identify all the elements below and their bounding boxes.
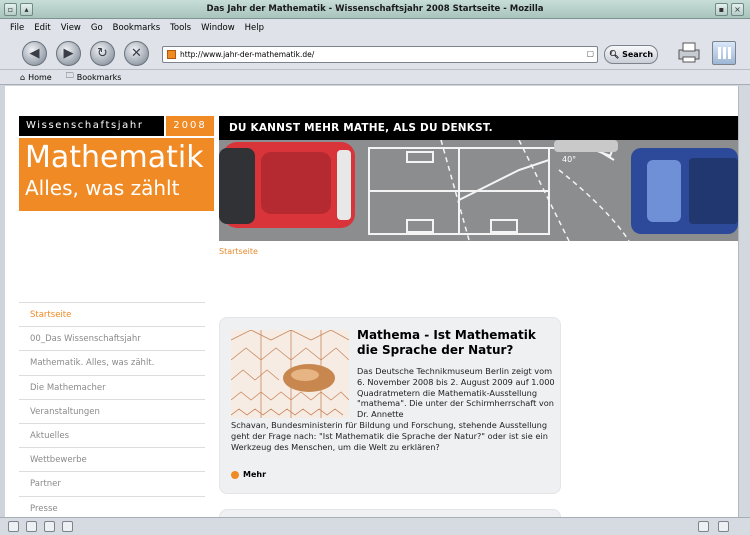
url-text: http://www.jahr-der-mathematik.de/: [180, 50, 315, 59]
search-button[interactable]: 🔍︎ Search: [604, 45, 658, 64]
wissenschaftsjahr-badge[interactable]: Wissenschaftsjahr 2008: [19, 116, 214, 136]
reload-icon: ↻: [97, 46, 108, 61]
nav-item-wissenschaftsjahr[interactable]: 00_Das Wissenschaftsjahr: [19, 326, 205, 350]
mail-icon[interactable]: [26, 521, 37, 532]
window-titlebar: ▫ ▴ Das Jahr der Mathematik - Wissenscha…: [0, 0, 750, 19]
more-link[interactable]: Mehr: [231, 470, 266, 479]
teaser-body-text: Das Deutsche Technikmuseum Berlin zeigt …: [357, 366, 555, 420]
composer-icon[interactable]: [44, 521, 55, 532]
bookmarks-button[interactable]: 🗀︎ Bookmarks: [66, 70, 122, 84]
nav-item-partner[interactable]: Partner: [19, 471, 205, 495]
angle-label: 40°: [562, 155, 576, 164]
teaser-box-second: [219, 509, 561, 517]
home-icon: ⌂: [20, 72, 26, 82]
hero-image: 40°: [219, 140, 738, 241]
nav-item-mathematik[interactable]: Mathematik. Alles, was zählt.: [19, 350, 205, 374]
teaser-title[interactable]: Mathema - Ist Mathematik die Sprache der…: [357, 328, 555, 358]
window-close-button[interactable]: ×: [731, 3, 744, 16]
menu-view[interactable]: View: [61, 23, 81, 33]
back-button[interactable]: ◀: [22, 41, 47, 66]
stop-icon: ✕: [131, 46, 142, 61]
logo-line-2: Alles, was zählt: [25, 176, 180, 200]
home-label: Home: [28, 72, 52, 82]
nav-item-startseite[interactable]: Startseite: [19, 302, 205, 326]
window-menu-button[interactable]: ▫: [4, 3, 17, 16]
bullet-icon: [231, 470, 239, 479]
slogan-banner: DU KANNST MEHR MATHE, ALS DU DENKST.: [219, 116, 738, 140]
personal-toolbar: ⌂ Home 🗀︎ Bookmarks: [0, 70, 750, 85]
menu-edit[interactable]: Edit: [34, 23, 50, 33]
teaser-image[interactable]: [231, 330, 349, 418]
teaser-body-text-continued: Schavan, Bundesministerin für Bildung un…: [231, 420, 548, 452]
site-favicon-icon: [167, 50, 176, 59]
magnifier-icon: 🔍︎: [608, 50, 620, 59]
nav-item-wettbewerbe[interactable]: Wettbewerbe: [19, 447, 205, 471]
badge-year: 2008: [164, 116, 214, 136]
menu-bar: File Edit View Go Bookmarks Tools Window…: [0, 19, 750, 36]
navigation-toolbar: ◀ ▶ ↻ ✕ http://www.jahr-der-mathematik.d…: [0, 36, 750, 70]
site-logo[interactable]: Mathematik Alles, was zählt: [19, 138, 214, 211]
status-bar: [0, 517, 750, 535]
back-arrow-icon: ◀: [29, 46, 40, 61]
vertical-scrollbar[interactable]: [738, 86, 750, 517]
menu-tools[interactable]: Tools: [170, 23, 191, 33]
nav-item-aktuelles[interactable]: Aktuelles: [19, 422, 205, 447]
folder-icon: 🗀︎: [65, 71, 74, 80]
window-shade-button[interactable]: ▴: [20, 3, 33, 16]
logo-line-1: Mathematik: [25, 140, 204, 175]
window-maximize-button[interactable]: ▪: [715, 3, 728, 16]
address-book-icon[interactable]: [62, 521, 73, 532]
page-viewport[interactable]: Wissenschaftsjahr 2008 Mathematik Alles,…: [5, 86, 738, 517]
reload-button[interactable]: ↻: [90, 41, 115, 66]
badge-text: Wissenschaftsjahr: [26, 120, 144, 131]
home-button[interactable]: ⌂ Home: [20, 73, 52, 82]
printer-icon[interactable]: [676, 40, 702, 64]
forward-button[interactable]: ▶: [56, 41, 81, 66]
teaser-box: Mathema - Ist Mathematik die Sprache der…: [219, 317, 561, 494]
nav-item-veranstaltungen[interactable]: Veranstaltungen: [19, 398, 205, 423]
left-navigation: Startseite 00_Das Wissenschaftsjahr Math…: [19, 302, 205, 517]
nav-item-mathemacher[interactable]: Die Mathemacher: [19, 374, 205, 399]
breadcrumb[interactable]: Startseite: [219, 247, 258, 256]
activity-throbber-icon[interactable]: [712, 41, 736, 65]
window-title: Das Jahr der Mathematik - Wissenschaftsj…: [206, 4, 544, 14]
stop-button[interactable]: ✕: [124, 41, 149, 66]
menu-bookmarks[interactable]: Bookmarks: [113, 23, 161, 33]
menu-file[interactable]: File: [10, 23, 24, 33]
forward-arrow-icon: ▶: [63, 46, 74, 61]
menu-go[interactable]: Go: [91, 23, 103, 33]
search-button-label: Search: [622, 50, 654, 59]
menu-help[interactable]: Help: [245, 23, 264, 33]
more-link-label: Mehr: [243, 470, 267, 479]
online-status-icon[interactable]: [698, 521, 709, 532]
bookmarks-label: Bookmarks: [76, 72, 122, 82]
security-lock-icon[interactable]: [718, 521, 729, 532]
menu-window[interactable]: Window: [201, 23, 235, 33]
navigator-icon[interactable]: [8, 521, 19, 532]
nav-item-presse[interactable]: Presse: [19, 495, 205, 518]
url-dropdown-icon[interactable]: ▢: [586, 49, 594, 58]
url-bar[interactable]: http://www.jahr-der-mathematik.de/ ▢: [162, 46, 598, 63]
